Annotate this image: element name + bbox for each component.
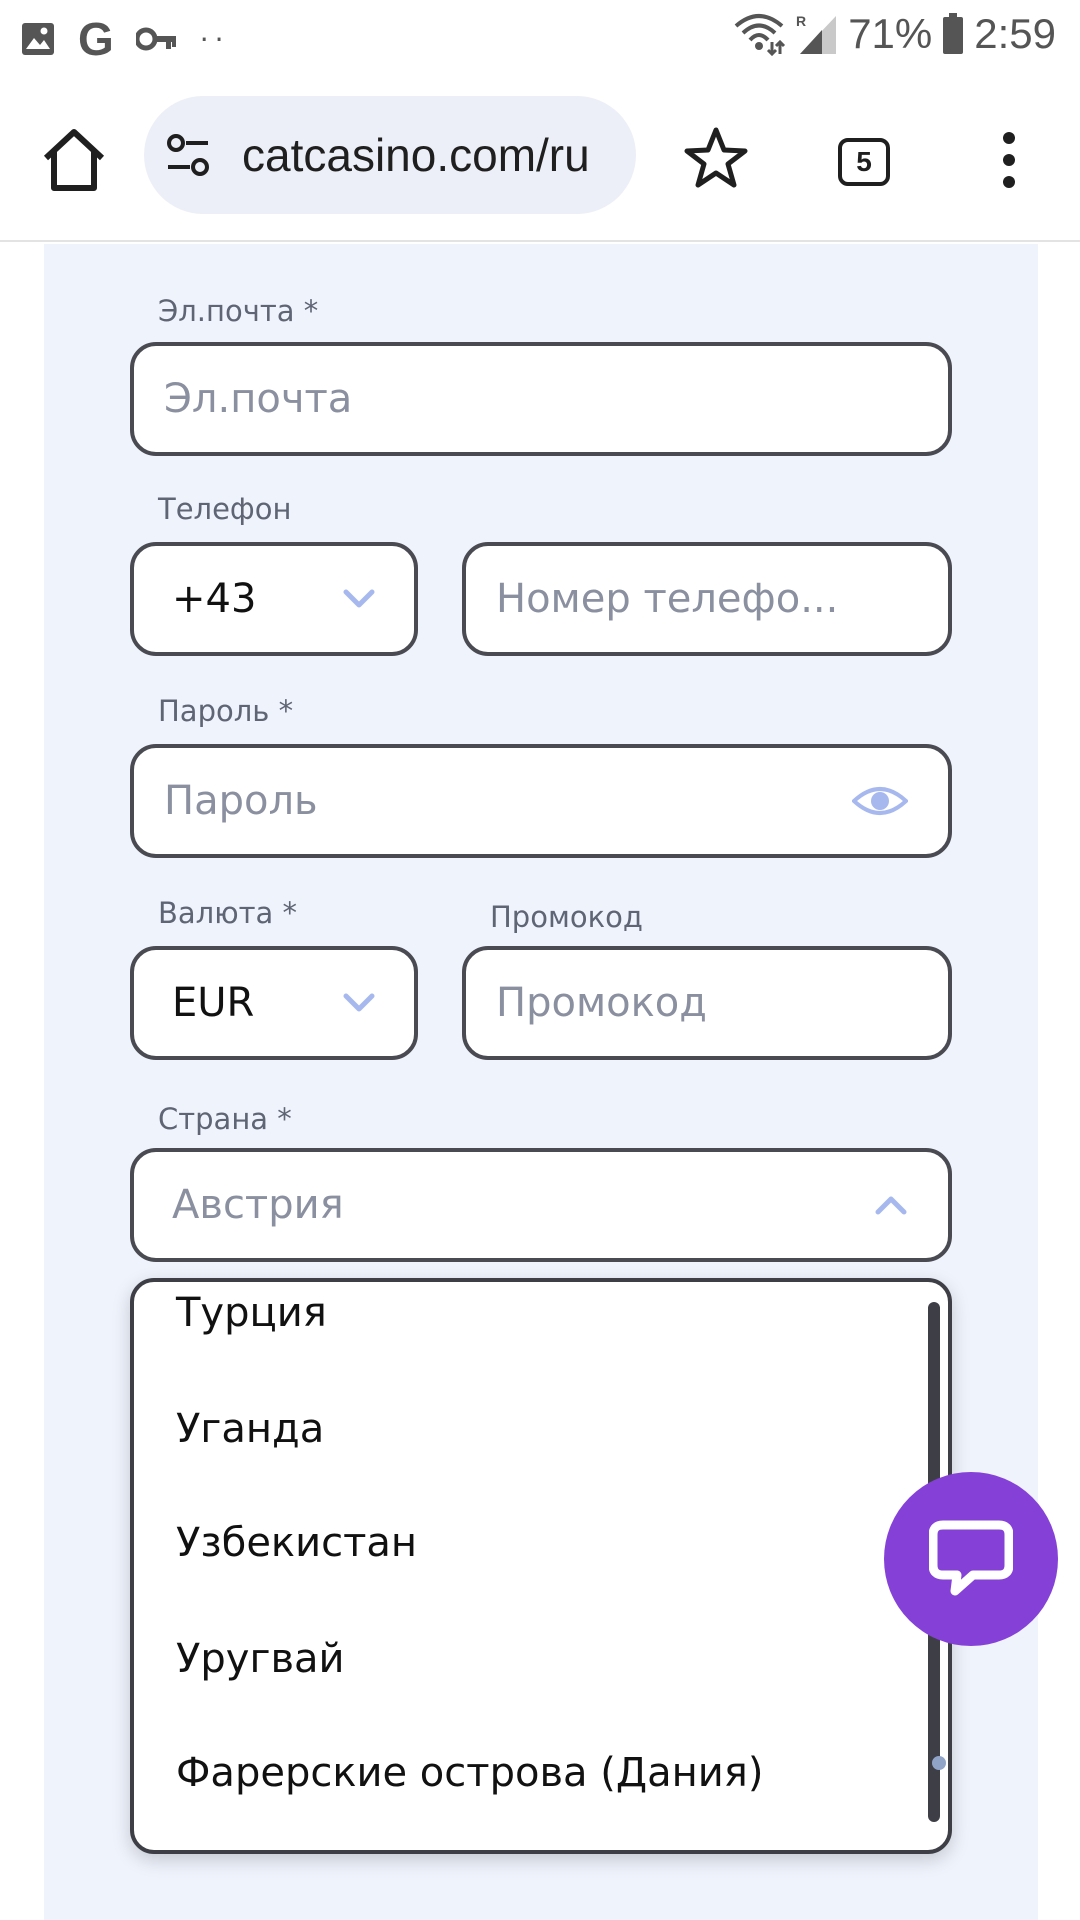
promo-label: Промокод — [490, 900, 643, 934]
country-option[interactable]: Турция — [176, 1290, 327, 1336]
site-settings-icon[interactable] — [164, 131, 212, 179]
currency-select[interactable]: EUR — [130, 946, 418, 1060]
status-bar: G ·· R 71% 2:59 — [0, 0, 1080, 74]
chevron-up-icon — [875, 1196, 907, 1215]
country-option[interactable]: Фарерские острова (Дания) — [176, 1750, 763, 1796]
eye-icon[interactable] — [852, 783, 908, 819]
country-option[interactable]: Уругвай — [176, 1636, 345, 1682]
key-icon — [135, 27, 176, 51]
home-icon[interactable] — [38, 124, 110, 196]
country-value: Австрия — [172, 1182, 344, 1228]
phone-code-value: +43 — [172, 576, 257, 622]
phone-label: Телефон — [158, 492, 292, 526]
currency-label: Валюта * — [158, 896, 297, 930]
email-placeholder: Эл.почта — [164, 376, 353, 422]
battery-percent: 71% — [848, 10, 933, 57]
country-select[interactable]: Австрия — [130, 1148, 952, 1262]
email-label: Эл.почта * — [158, 294, 319, 328]
promo-placeholder: Промокод — [496, 980, 707, 1026]
url-text[interactable]: catcasino.com/ru — [242, 128, 590, 182]
clock: 2:59 — [974, 10, 1056, 57]
phone-code-select[interactable]: +43 — [130, 542, 418, 656]
email-field[interactable]: Эл.почта — [130, 342, 952, 456]
phone-number-placeholder: Номер телефо... — [496, 576, 839, 622]
browser-toolbar: catcasino.com/ru 5 — [0, 74, 1080, 242]
password-field[interactable]: Пароль — [130, 744, 952, 858]
country-option[interactable]: Узбекистан — [176, 1520, 417, 1566]
status-bar-right: R 71% 2:59 — [732, 10, 1056, 58]
more-notifications-icon: ·· — [199, 22, 230, 56]
country-dropdown[interactable]: Турция Уганда Узбекистан Уругвай Фарерск… — [130, 1278, 952, 1854]
google-icon: G — [78, 13, 114, 65]
currency-value: EUR — [172, 980, 255, 1026]
phone-number-field[interactable]: Номер телефо... — [462, 542, 952, 656]
password-placeholder: Пароль — [164, 778, 318, 824]
country-option[interactable]: Уганда — [176, 1406, 324, 1452]
decorative-dot — [932, 1756, 946, 1770]
roaming-mark: R — [796, 13, 806, 29]
star-icon[interactable] — [684, 126, 748, 190]
page-content: Эл.почта * Эл.почта Телефон +43 Номер те… — [0, 244, 1080, 1920]
status-bar-left: G ·· — [20, 16, 230, 62]
wifi-icon — [734, 14, 786, 56]
promo-field[interactable]: Промокод — [462, 946, 952, 1060]
image-icon — [22, 23, 54, 55]
chevron-down-icon — [343, 589, 375, 608]
password-label: Пароль * — [158, 694, 294, 728]
battery-icon — [943, 13, 964, 54]
chat-button[interactable] — [884, 1472, 1058, 1646]
tabs-icon[interactable]: 5 — [838, 138, 890, 186]
more-vert-icon[interactable] — [994, 130, 1024, 190]
chat-icon — [929, 1520, 1013, 1596]
signal-icon: R — [796, 13, 837, 54]
chevron-down-icon — [343, 993, 375, 1012]
address-bar[interactable]: catcasino.com/ru — [144, 96, 636, 214]
country-label: Страна * — [158, 1102, 292, 1136]
